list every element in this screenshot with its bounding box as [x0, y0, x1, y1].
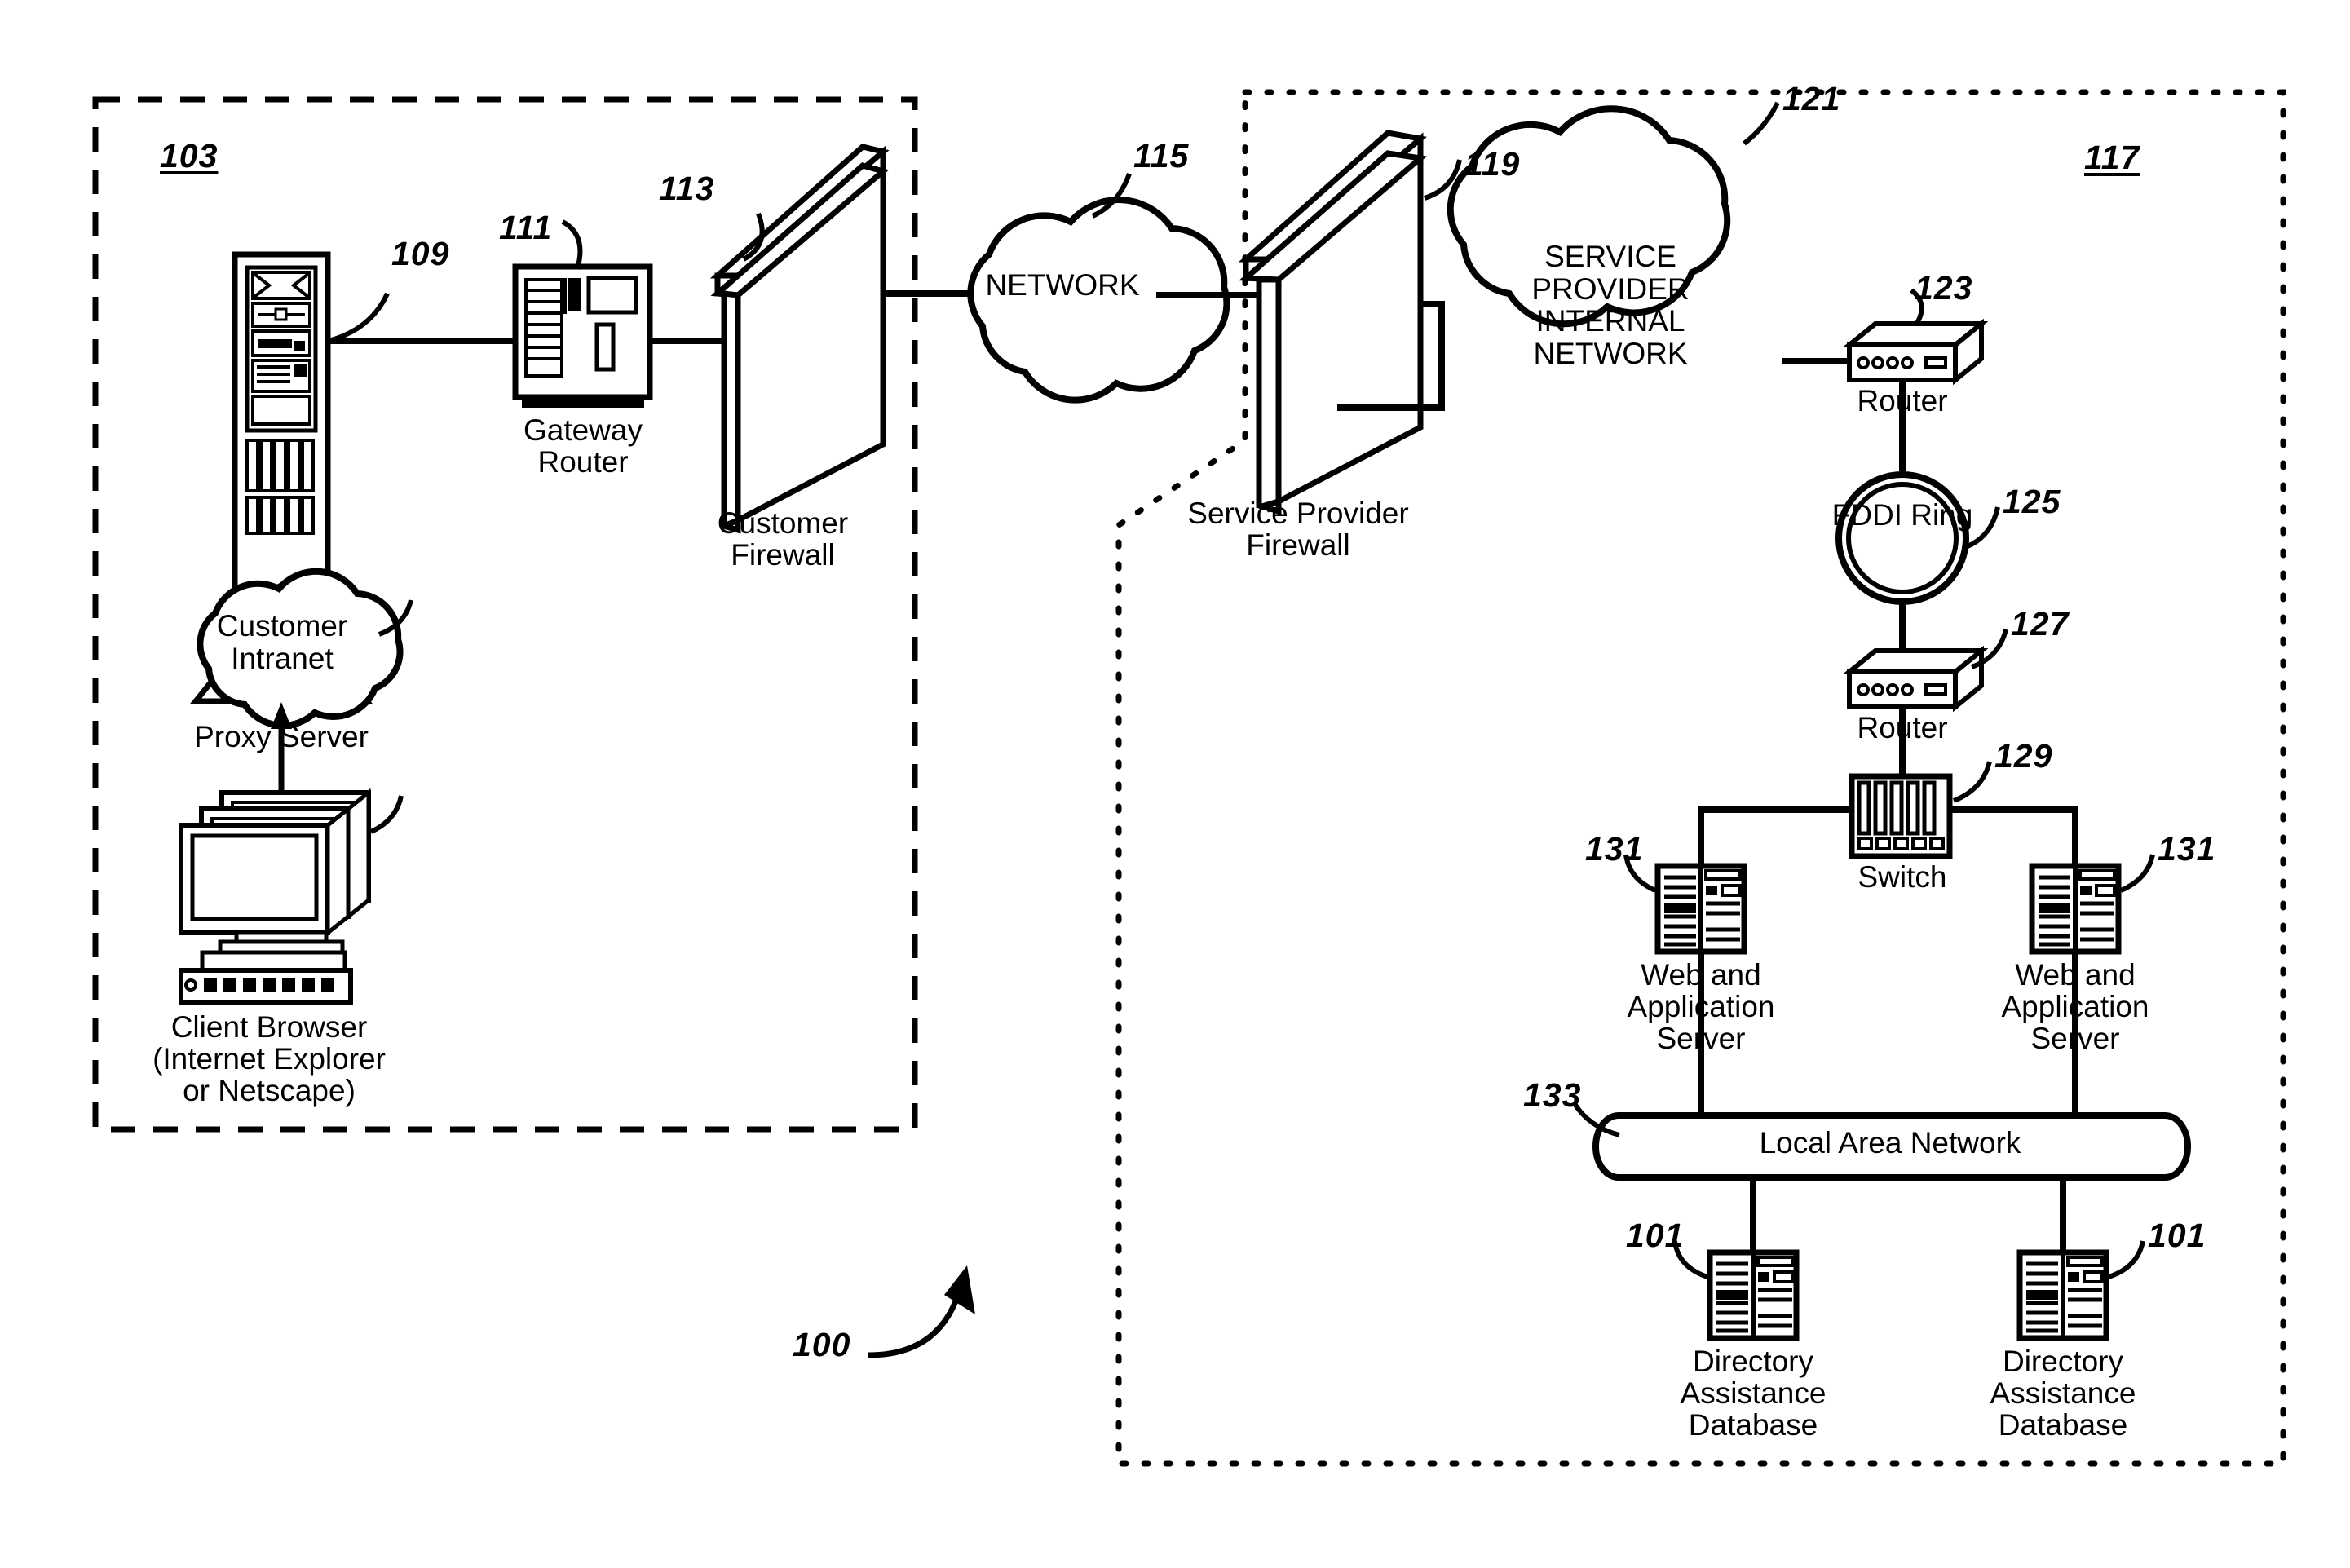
figure-arrow — [868, 1286, 964, 1358]
customer-firewall-icon — [709, 144, 890, 534]
leader-121 — [1743, 101, 1780, 146]
ref-119: 119 — [1464, 145, 1521, 183]
ref-101-left: 101 — [1626, 1217, 1685, 1254]
switch-icon — [1849, 773, 1953, 859]
ref-129: 129 — [1994, 737, 2053, 775]
service-provider-firewall-icon — [1238, 130, 1428, 515]
ref-131-right: 131 — [2158, 830, 2216, 868]
ref-100: 100 — [793, 1326, 851, 1363]
ref-103: 103 — [160, 137, 219, 174]
leader-109 — [328, 292, 390, 343]
gateway-router-icon — [512, 263, 653, 408]
leader-129 — [1952, 761, 1992, 803]
diagram-vector-layer: gateway router link --> customer firewal… — [92, 89, 2286, 1467]
customer-firewall-label: Customer Firewall — [717, 506, 849, 572]
network-label: NETWORK — [985, 268, 1140, 302]
proxy-server-label: Proxy Server — [194, 720, 369, 753]
gateway-router-label: Gateway Router — [523, 413, 643, 479]
ref-127: 127 — [2011, 605, 2070, 643]
patent-figure: gateway router link --> customer firewal… — [0, 0, 2350, 1568]
service-provider-firewall-label: Service Provider Firewall — [1187, 497, 1409, 563]
ref-123: 123 — [1915, 269, 1973, 307]
sp-internal-network-label: SERVICE PROVIDER INTERNAL NETWORK — [1531, 240, 1690, 370]
ref-109: 109 — [391, 235, 450, 272]
leader-105 — [369, 795, 404, 834]
fddi-ring-icon — [1835, 471, 1969, 605]
database-left-icon — [1707, 1249, 1800, 1341]
ref-101-right: 101 — [2148, 1217, 2206, 1254]
router-upper-label: Router — [1857, 384, 1948, 417]
database-right-icon — [2016, 1249, 2109, 1341]
router-upper-icon — [1842, 318, 1989, 386]
leader-131-right — [2119, 854, 2155, 893]
ref-125: 125 — [2003, 483, 2061, 520]
local-area-network-label: Local Area Network — [1759, 1126, 2021, 1159]
ref-133: 133 — [1523, 1076, 1582, 1114]
web-app-server-left-label: Web and Application Server — [1627, 958, 1775, 1056]
router-lower-icon — [1842, 645, 1989, 713]
web-app-server-left-icon — [1654, 863, 1747, 955]
web-app-server-right-label: Web and Application Server — [2001, 958, 2149, 1056]
database-right-label: Directory Assistance Database — [1990, 1345, 2136, 1442]
web-app-server-right-icon — [2029, 863, 2122, 955]
ref-111: 111 — [499, 209, 553, 246]
switch-label: Switch — [1857, 860, 1947, 894]
database-left-label: Directory Assistance Database — [1680, 1345, 1827, 1442]
ref-115: 115 — [1133, 137, 1190, 174]
leader-111 — [561, 219, 583, 270]
router-lower-label: Router — [1857, 711, 1948, 744]
ref-121: 121 — [1782, 80, 1841, 117]
fddi-ring-label: FDDI Ring — [1831, 498, 1973, 532]
client-browser-label: Client Browser (Internet Explorer or Net… — [152, 1010, 386, 1108]
leader-101-right — [2108, 1240, 2145, 1279]
ref-117: 117 — [2084, 139, 2140, 176]
ref-131-left: 131 — [1585, 830, 1644, 868]
ref-113: 113 — [659, 170, 715, 207]
customer-intranet-label: Customer Intranet — [216, 609, 348, 675]
client-browser-icon — [179, 788, 371, 1005]
